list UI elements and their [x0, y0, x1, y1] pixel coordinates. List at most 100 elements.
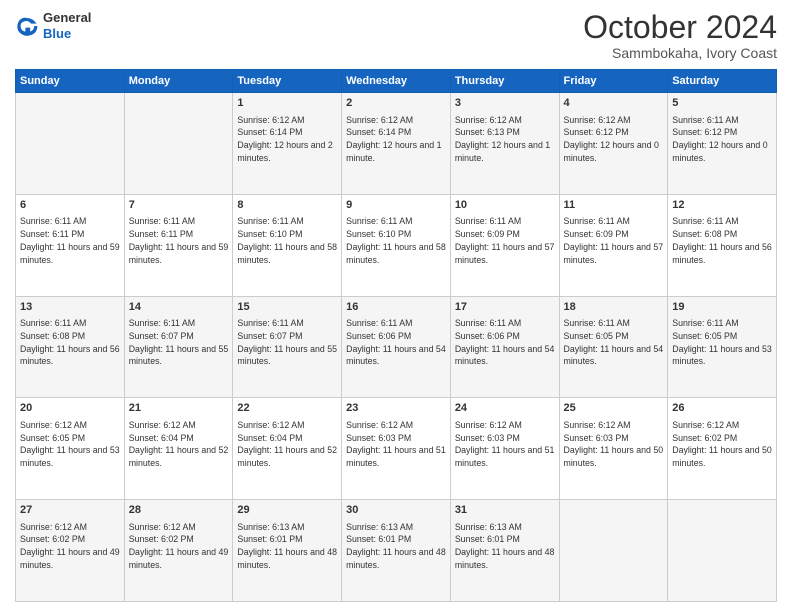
day-number: 22: [237, 401, 337, 416]
calendar-cell: 5 Sunrise: 6:11 AMSunset: 6:12 PMDaylight…: [668, 93, 777, 195]
calendar-cell: 29 Sunrise: 6:13 AMSunset: 6:01 PMDayligh…: [233, 500, 342, 602]
day-number: 10: [455, 198, 555, 213]
calendar-cell: 9 Sunrise: 6:11 AMSunset: 6:10 PMDaylight…: [342, 194, 451, 296]
logo-general: General: [43, 10, 91, 25]
calendar-cell: 7Sunrise: 6:11 AMSunset: 6:11 PMDaylight…: [124, 194, 233, 296]
day-number: 9: [346, 198, 446, 213]
day-number: 4: [564, 96, 664, 111]
calendar-cell: 2Sunrise: 6:12 AMSunset: 6:14 PMDaylight…: [342, 93, 451, 195]
calendar-cell: 11 Sunrise: 6:11 AMSunset: 6:09 PMDayligh…: [559, 194, 668, 296]
day-info: Sunrise: 6:11 AMSunset: 6:09 PMDaylight:…: [564, 215, 664, 266]
day-info: Sunrise: 6:11 AMSunset: 6:11 PMDaylight:…: [129, 215, 229, 266]
day-info: Sunrise: 6:11 AMSunset: 6:12 PMDaylight:…: [672, 114, 772, 165]
day-number: 6: [20, 198, 120, 213]
calendar-cell: 19 Sunrise: 6:11 AMSunset: 6:05 PMDayligh…: [668, 296, 777, 398]
calendar-cell: 15Sunrise: 6:11 AMSunset: 6:07 PMDayligh…: [233, 296, 342, 398]
weekday-thursday: Thursday: [450, 70, 559, 93]
day-info: Sunrise: 6:11 AMSunset: 6:05 PMDaylight:…: [672, 317, 772, 368]
calendar-cell: 1 Sunrise: 6:12 AMSunset: 6:14 PMDaylight…: [233, 93, 342, 195]
day-info: Sunrise: 6:12 AMSunset: 6:03 PMDaylight:…: [346, 419, 446, 470]
day-number: 30: [346, 503, 446, 518]
calendar-cell: 4 Sunrise: 6:12 AMSunset: 6:12 PMDaylight…: [559, 93, 668, 195]
weekday-header-row: SundayMondayTuesdayWednesdayThursdayFrid…: [16, 70, 777, 93]
day-number: 26: [672, 401, 772, 416]
day-number: 18: [564, 300, 664, 315]
day-number: 25: [564, 401, 664, 416]
day-number: 20: [20, 401, 120, 416]
calendar-cell: 25Sunrise: 6:12 AMSunset: 6:03 PMDayligh…: [559, 398, 668, 500]
calendar-cell: 12 Sunrise: 6:11 AMSunset: 6:08 PMDayligh…: [668, 194, 777, 296]
day-number: 3: [455, 96, 555, 111]
day-number: 8: [237, 198, 337, 213]
weekday-saturday: Saturday: [668, 70, 777, 93]
day-info: Sunrise: 6:13 AMSunset: 6:01 PMDaylight:…: [237, 521, 337, 572]
calendar-cell: 6 Sunrise: 6:11 AMSunset: 6:11 PMDaylight…: [16, 194, 125, 296]
calendar-cell: 31Sunrise: 6:13 AMSunset: 6:01 PMDayligh…: [450, 500, 559, 602]
day-number: 31: [455, 503, 555, 518]
calendar-cell: 23Sunrise: 6:12 AMSunset: 6:03 PMDayligh…: [342, 398, 451, 500]
day-number: 16: [346, 300, 446, 315]
weekday-sunday: Sunday: [16, 70, 125, 93]
calendar-cell: [16, 93, 125, 195]
weekday-monday: Monday: [124, 70, 233, 93]
calendar-cell: 20 Sunrise: 6:12 AMSunset: 6:05 PMDayligh…: [16, 398, 125, 500]
calendar-cell: [124, 93, 233, 195]
week-row-3: 13Sunrise: 6:11 AMSunset: 6:08 PMDayligh…: [16, 296, 777, 398]
title-block: October 2024 Sammbokaha, Ivory Coast: [583, 10, 777, 61]
day-number: 15: [237, 300, 337, 315]
calendar-cell: 3 Sunrise: 6:12 AMSunset: 6:13 PMDaylight…: [450, 93, 559, 195]
day-info: Sunrise: 6:11 AMSunset: 6:08 PMDaylight:…: [672, 215, 772, 266]
header: General Blue October 2024 Sammbokaha, Iv…: [15, 10, 777, 61]
weekday-friday: Friday: [559, 70, 668, 93]
day-info: Sunrise: 6:11 AMSunset: 6:11 PMDaylight:…: [20, 215, 120, 266]
calendar-cell: 27Sunrise: 6:12 AMSunset: 6:02 PMDayligh…: [16, 500, 125, 602]
calendar-cell: 8 Sunrise: 6:11 AMSunset: 6:10 PMDaylight…: [233, 194, 342, 296]
day-number: 24: [455, 401, 555, 416]
logo-icon: [15, 14, 39, 38]
day-info: Sunrise: 6:11 AMSunset: 6:09 PMDaylight:…: [455, 215, 555, 266]
day-info: Sunrise: 6:11 AMSunset: 6:07 PMDaylight:…: [129, 317, 229, 368]
day-number: 1: [237, 96, 337, 111]
day-number: 19: [672, 300, 772, 315]
location-subtitle: Sammbokaha, Ivory Coast: [583, 45, 777, 61]
day-info: Sunrise: 6:12 AMSunset: 6:13 PMDaylight:…: [455, 114, 555, 165]
day-number: 17: [455, 300, 555, 315]
week-row-2: 6 Sunrise: 6:11 AMSunset: 6:11 PMDaylight…: [16, 194, 777, 296]
day-info: Sunrise: 6:12 AMSunset: 6:02 PMDaylight:…: [129, 521, 229, 572]
calendar-cell: 18 Sunrise: 6:11 AMSunset: 6:05 PMDayligh…: [559, 296, 668, 398]
day-info: Sunrise: 6:12 AMSunset: 6:12 PMDaylight:…: [564, 114, 664, 165]
logo-blue: Blue: [43, 26, 71, 41]
calendar-cell: 14 Sunrise: 6:11 AMSunset: 6:07 PMDayligh…: [124, 296, 233, 398]
day-number: 5: [672, 96, 772, 111]
calendar-page: General Blue October 2024 Sammbokaha, Iv…: [0, 0, 792, 612]
calendar-cell: 26 Sunrise: 6:12 AMSunset: 6:02 PMDayligh…: [668, 398, 777, 500]
weekday-tuesday: Tuesday: [233, 70, 342, 93]
day-info: Sunrise: 6:12 AMSunset: 6:14 PMDaylight:…: [237, 114, 337, 165]
day-info: Sunrise: 6:13 AMSunset: 6:01 PMDaylight:…: [346, 521, 446, 572]
day-number: 14: [129, 300, 229, 315]
day-number: 11: [564, 198, 664, 213]
calendar-cell: 13Sunrise: 6:11 AMSunset: 6:08 PMDayligh…: [16, 296, 125, 398]
day-info: Sunrise: 6:12 AMSunset: 6:04 PMDaylight:…: [237, 419, 337, 470]
day-info: Sunrise: 6:12 AMSunset: 6:02 PMDaylight:…: [672, 419, 772, 470]
day-info: Sunrise: 6:11 AMSunset: 6:06 PMDaylight:…: [455, 317, 555, 368]
calendar-cell: 30 Sunrise: 6:13 AMSunset: 6:01 PMDayligh…: [342, 500, 451, 602]
day-info: Sunrise: 6:11 AMSunset: 6:10 PMDaylight:…: [346, 215, 446, 266]
day-info: Sunrise: 6:12 AMSunset: 6:05 PMDaylight:…: [20, 419, 120, 470]
day-info: Sunrise: 6:11 AMSunset: 6:05 PMDaylight:…: [564, 317, 664, 368]
day-info: Sunrise: 6:11 AMSunset: 6:06 PMDaylight:…: [346, 317, 446, 368]
day-info: Sunrise: 6:11 AMSunset: 6:10 PMDaylight:…: [237, 215, 337, 266]
day-info: Sunrise: 6:11 AMSunset: 6:08 PMDaylight:…: [20, 317, 120, 368]
day-number: 28: [129, 503, 229, 518]
calendar-cell: 16 Sunrise: 6:11 AMSunset: 6:06 PMDayligh…: [342, 296, 451, 398]
calendar-table: SundayMondayTuesdayWednesdayThursdayFrid…: [15, 69, 777, 602]
day-number: 12: [672, 198, 772, 213]
day-info: Sunrise: 6:12 AMSunset: 6:02 PMDaylight:…: [20, 521, 120, 572]
weekday-wednesday: Wednesday: [342, 70, 451, 93]
day-info: Sunrise: 6:12 AMSunset: 6:03 PMDaylight:…: [455, 419, 555, 470]
calendar-cell: [668, 500, 777, 602]
calendar-cell: 17 Sunrise: 6:11 AMSunset: 6:06 PMDayligh…: [450, 296, 559, 398]
day-number: 29: [237, 503, 337, 518]
logo: General Blue: [15, 10, 91, 41]
logo-text: General Blue: [43, 10, 91, 41]
